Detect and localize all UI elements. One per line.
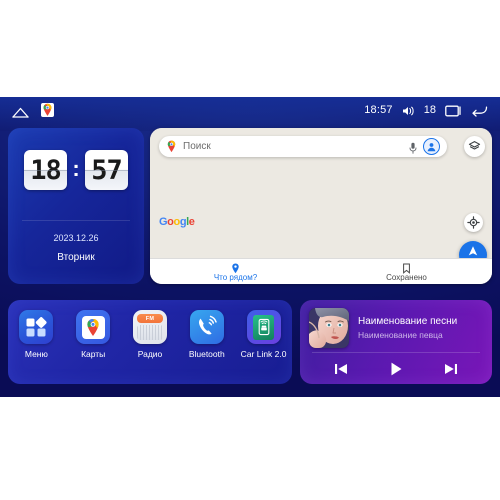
car-link-icon bbox=[246, 310, 281, 344]
music-divider bbox=[312, 352, 480, 353]
google-logo-g1: G bbox=[159, 216, 168, 228]
app-shortcut-menu-label: Меню bbox=[24, 349, 48, 359]
account-avatar-icon[interactable] bbox=[423, 138, 440, 155]
back-arrow-icon[interactable] bbox=[471, 104, 488, 117]
music-artist-name: Наименование певца bbox=[358, 330, 443, 340]
app-shortcuts-row: Меню Карты FM Радио Bluetooth Car Link 2… bbox=[8, 310, 292, 359]
fm-radio-icon: FM bbox=[132, 310, 167, 344]
google-maps-widget[interactable]: Поиск Google Что рядом? Сохранено bbox=[150, 128, 492, 284]
previous-track-button[interactable] bbox=[330, 360, 352, 378]
clock-weekday: Вторник bbox=[57, 252, 95, 263]
app-shortcut-carlink-label: Car Link 2.0 bbox=[240, 349, 287, 359]
radio-band-label: FM bbox=[136, 314, 163, 323]
clock-minutes: 57 bbox=[91, 154, 123, 186]
status-bar-left bbox=[12, 103, 54, 118]
app-shortcut-maps[interactable]: Карты bbox=[68, 310, 118, 359]
clock-hours-tile: 18 bbox=[24, 150, 67, 190]
tab-saved-label: Сохранено bbox=[386, 273, 427, 282]
recent-apps-icon[interactable] bbox=[445, 104, 462, 117]
music-player-widget[interactable]: Наименование песни Наименование певца bbox=[300, 300, 492, 384]
app-shortcut-maps-label: Карты bbox=[81, 349, 106, 359]
clock-hours: 18 bbox=[30, 154, 62, 186]
app-shortcut-radio-label: Радио bbox=[137, 349, 163, 359]
clock-date: 2023.12.26 bbox=[53, 233, 99, 243]
clock-divider bbox=[22, 220, 130, 221]
bookmark-icon bbox=[402, 261, 411, 274]
compass-button[interactable] bbox=[464, 213, 483, 232]
music-now-playing: Наименование песни Наименование певца bbox=[309, 308, 483, 348]
play-button[interactable] bbox=[385, 360, 407, 378]
home-icon[interactable] bbox=[12, 105, 29, 118]
tab-whats-nearby-label: Что рядом? bbox=[213, 273, 258, 282]
music-track-title: Наименование песни bbox=[358, 316, 458, 327]
maps-icon-inner bbox=[81, 315, 105, 339]
status-clock: 18:57 bbox=[364, 104, 393, 116]
clock-colon: : bbox=[72, 156, 80, 181]
google-maps-icon[interactable] bbox=[41, 103, 54, 117]
app-shortcuts-panel: Меню Карты FM Радио Bluetooth Car Link 2… bbox=[8, 300, 292, 384]
map-layers-button[interactable] bbox=[464, 136, 485, 157]
status-bar: 18:57 18 bbox=[0, 97, 500, 123]
clock-widget[interactable]: 18 : 57 2023.12.26 Вторник bbox=[8, 128, 144, 284]
app-shortcut-menu[interactable]: Меню bbox=[11, 310, 61, 359]
map-search-placeholder: Поиск bbox=[183, 141, 211, 152]
clock-minutes-tile: 57 bbox=[85, 150, 128, 190]
app-shortcut-carlink[interactable]: Car Link 2.0 bbox=[239, 310, 289, 359]
map-search-bar[interactable]: Поиск bbox=[159, 136, 447, 157]
album-art bbox=[309, 308, 349, 348]
next-track-button[interactable] bbox=[440, 360, 462, 378]
volume-level: 18 bbox=[423, 104, 436, 116]
tab-whats-nearby[interactable]: Что рядом? bbox=[150, 259, 321, 284]
map-bottom-tabs: Что рядом? Сохранено bbox=[150, 258, 492, 284]
carlink-icon-inner bbox=[253, 314, 275, 340]
volume-icon[interactable] bbox=[402, 104, 415, 116]
google-logo-e: e bbox=[188, 216, 195, 228]
car-head-unit-screen: 18:57 18 18: 57 2023.12.26 Вторник Поис… bbox=[0, 97, 500, 397]
app-shortcut-bluetooth[interactable]: Bluetooth bbox=[182, 310, 232, 359]
music-controls bbox=[300, 358, 492, 380]
radio-speaker-grille bbox=[136, 325, 163, 340]
map-pin-icon bbox=[166, 140, 177, 153]
status-bar-right: 18:57 18 bbox=[364, 104, 488, 117]
app-shortcut-bluetooth-label: Bluetooth bbox=[188, 349, 225, 359]
grid-menu-icon bbox=[19, 310, 54, 344]
microphone-icon[interactable] bbox=[409, 141, 417, 154]
google-logo: Google bbox=[159, 217, 195, 228]
location-pin-icon bbox=[231, 261, 240, 274]
bluetooth-call-icon bbox=[189, 310, 224, 344]
map-canvas[interactable]: Поиск Google bbox=[150, 128, 492, 269]
app-shortcut-radio[interactable]: FM Радио bbox=[125, 310, 175, 359]
flip-clock: 18 : 57 bbox=[8, 150, 144, 190]
google-maps-icon bbox=[76, 310, 111, 344]
music-metadata: Наименование песни Наименование певца bbox=[358, 316, 457, 340]
tab-saved[interactable]: Сохранено bbox=[321, 259, 492, 284]
